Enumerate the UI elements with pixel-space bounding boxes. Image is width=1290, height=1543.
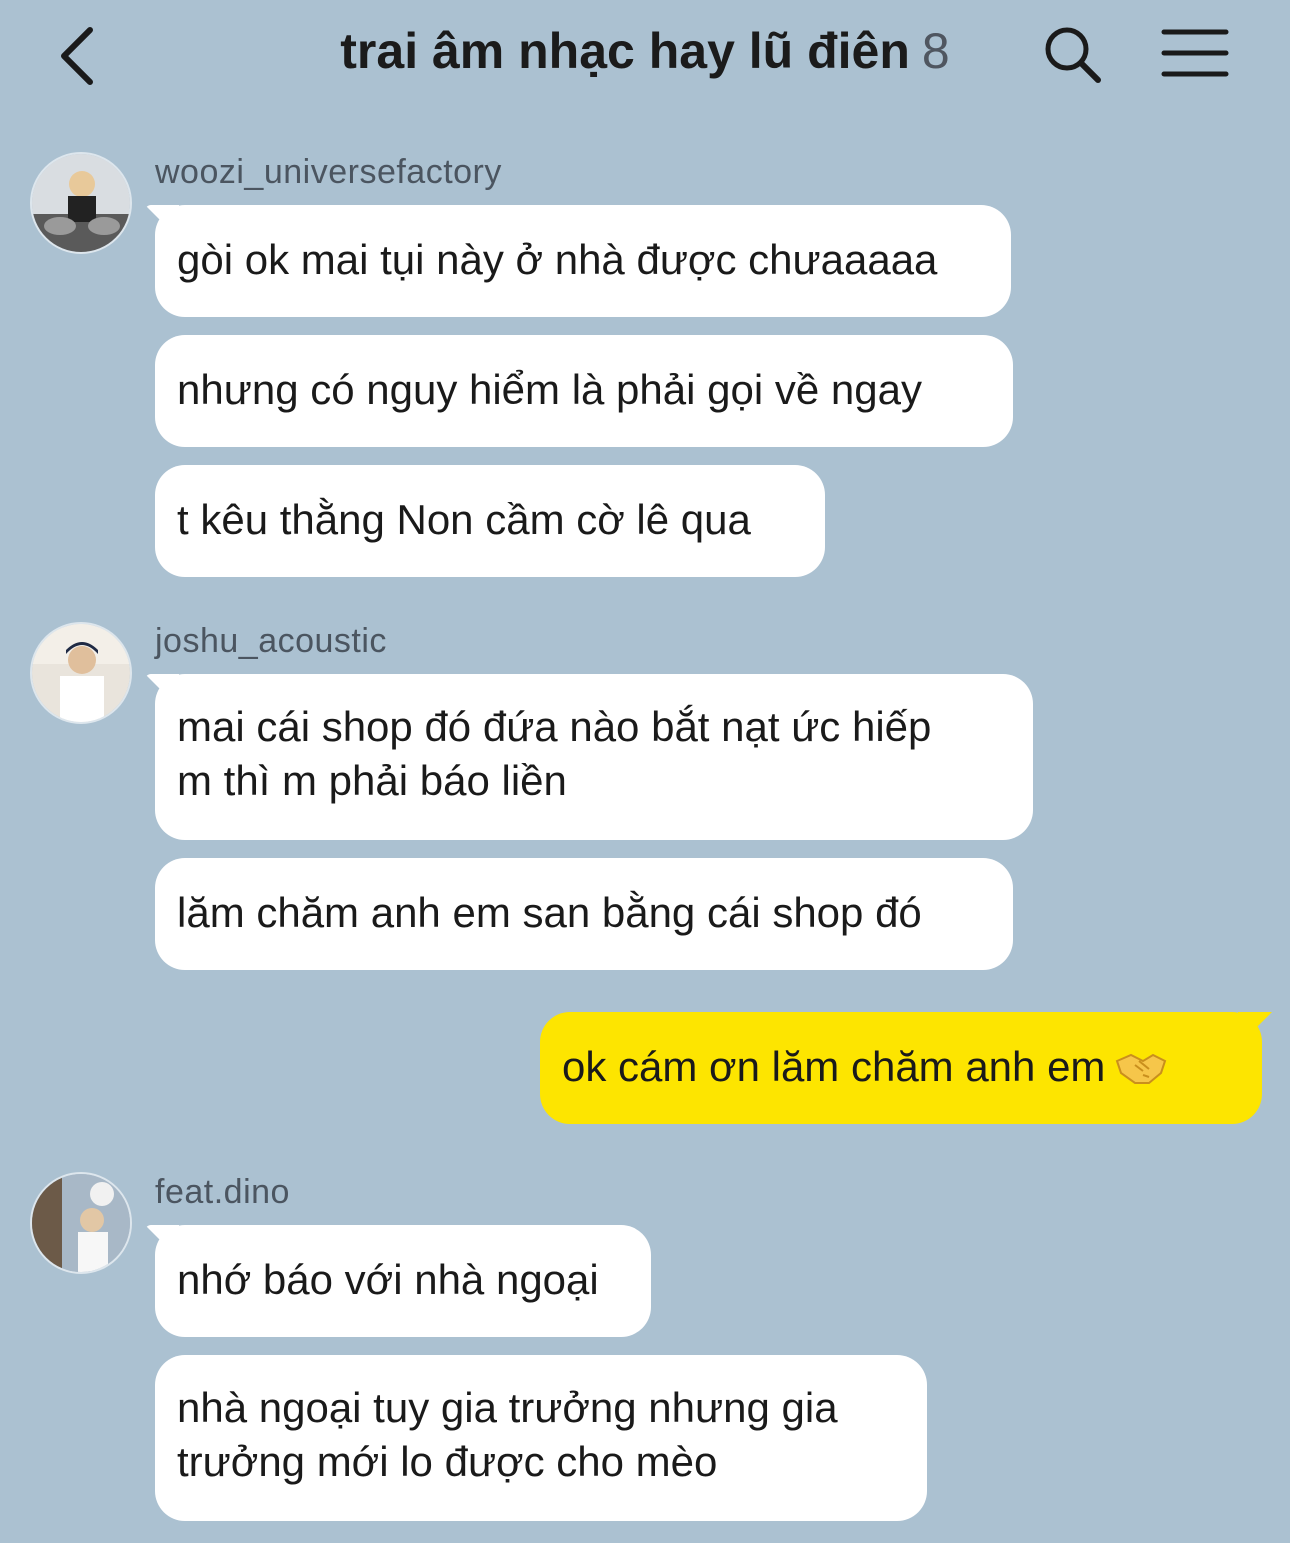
my-message-text: ok cám ơn lăm chăm anh em (562, 1043, 1106, 1090)
handshake-emoji-icon (1116, 1053, 1167, 1084)
member-count: 8 (921, 23, 950, 79)
message-bubble[interactable]: lăm chăm anh em san bằng cái shop đó (155, 858, 1013, 970)
back-button[interactable] (50, 20, 110, 90)
search-button[interactable] (1040, 22, 1106, 88)
avatar-image (32, 154, 130, 252)
avatar-image (32, 1174, 130, 1272)
avatar-image (32, 624, 130, 722)
my-message-bubble[interactable]: ok cám ơn lăm chăm anh em (540, 1012, 1262, 1124)
sender-name: joshu_acoustic (155, 622, 387, 660)
sender-name: woozi_universefactory (155, 153, 502, 191)
search-icon (1045, 27, 1101, 83)
message-bubble[interactable]: t kêu thằng Non cầm cờ lê qua (155, 465, 825, 577)
avatar[interactable] (30, 1172, 132, 1274)
hamburger-menu-icon (1161, 29, 1229, 77)
chevron-left-icon (61, 27, 93, 85)
avatar[interactable] (30, 152, 132, 254)
chat-header: trai âm nhạc hay lũ điên 8 (0, 0, 1290, 120)
chat-name: trai âm nhạc hay lũ điên (340, 23, 910, 79)
message-bubble[interactable]: gòi ok mai tụi này ở nhà được chưaaaaa (155, 205, 1011, 317)
message-bubble[interactable]: mai cái shop đó đứa nào bắt nạt ức hiếp … (155, 674, 1033, 840)
message-bubble[interactable]: nhưng có nguy hiểm là phải gọi về ngay (155, 335, 1013, 447)
message-bubble[interactable]: nhớ báo với nhà ngoại (155, 1225, 651, 1337)
menu-button[interactable] (1160, 24, 1230, 84)
avatar[interactable] (30, 622, 132, 724)
chat-title: trai âm nhạc hay lũ điên 8 (230, 22, 1060, 80)
message-bubble[interactable]: nhà ngoại tuy gia trưởng nhưng gia trưởn… (155, 1355, 927, 1521)
sender-name: feat.dino (155, 1173, 290, 1211)
